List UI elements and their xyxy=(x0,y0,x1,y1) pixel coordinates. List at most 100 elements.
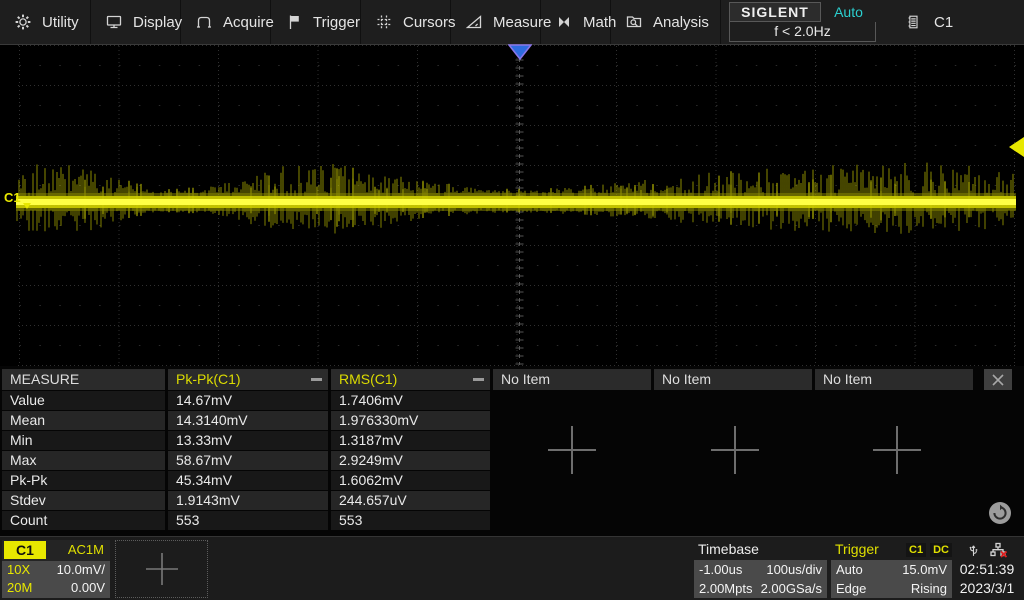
system-date: 2023/3/1 xyxy=(953,579,1021,598)
trigger-level-marker[interactable] xyxy=(1008,137,1024,162)
math-icon xyxy=(555,13,573,31)
measure-row-pkpk: Pk-Pk 45.34mV 1.6062mV xyxy=(2,471,490,490)
stat-value: 14.3140mV xyxy=(168,411,328,430)
menu-cursors-label: Cursors xyxy=(403,14,456,31)
timebase-delay: -1.00us xyxy=(699,560,742,579)
analysis-icon xyxy=(625,13,643,31)
stat-label: Stdev xyxy=(2,491,165,510)
menu-analysis[interactable]: Analysis xyxy=(611,0,721,44)
stat-value: 58.67mV xyxy=(168,451,328,470)
measure-row-stdev: Stdev 1.9143mV 244.657uV xyxy=(2,491,490,510)
stat-value: 2.9249mV xyxy=(331,451,490,470)
measure-close-button[interactable] xyxy=(984,369,1012,390)
measure-row-value: Value 14.67mV 1.7406mV xyxy=(2,391,490,410)
measure-title: MEASURE xyxy=(2,369,165,390)
menu-measure[interactable]: Measure xyxy=(451,0,541,44)
refresh-icon xyxy=(988,501,1012,525)
measure-col-pkpk[interactable]: Pk-Pk(C1) xyxy=(168,369,328,390)
stat-value: 1.7406mV xyxy=(331,391,490,410)
bottom-status-bar: C1 AC1M 10X 10.0mV/ 20M 0.00V Timebase xyxy=(0,536,1024,600)
offset-arrow-icon xyxy=(23,203,31,209)
timebase-scale: 100us/div xyxy=(766,560,822,579)
menu-utility-label: Utility xyxy=(42,14,79,31)
usb-icon xyxy=(966,541,981,559)
measure-header-row: MEASURE Pk-Pk(C1) RMS(C1) No Item No Ite… xyxy=(2,369,973,390)
siglent-logo: SIGLENT xyxy=(729,2,821,22)
list-icon xyxy=(905,13,921,31)
channel-descriptor-box[interactable]: C1 AC1M 10X 10.0mV/ 20M 0.00V xyxy=(2,540,110,598)
clock-status-area: 02:51:39 2023/3/1 xyxy=(953,539,1021,599)
menu-trigger-label: Trigger xyxy=(313,14,360,31)
add-measurement-placeholder[interactable] xyxy=(869,422,925,483)
timebase-panel[interactable]: Timebase -1.00us 100us/div 2.00Mpts 2.00… xyxy=(694,540,827,598)
stat-value: 13.33mV xyxy=(168,431,328,450)
trigger-flag-icon xyxy=(285,13,303,31)
trigger-frequency-readout: f < 2.0Hz xyxy=(729,22,876,42)
menu-display-label: Display xyxy=(133,14,182,31)
menu-cursors[interactable]: Cursors xyxy=(361,0,451,44)
stat-label: Value xyxy=(2,391,165,410)
channel-menu-button[interactable]: C1 xyxy=(905,0,953,44)
trigger-source-badge: C1 xyxy=(906,543,926,557)
stat-label: Min xyxy=(2,431,165,450)
timebase-title: Timebase xyxy=(694,540,827,559)
display-icon xyxy=(105,13,123,31)
gear-icon xyxy=(14,13,32,31)
measure-row-mean: Mean 14.3140mV 1.976330mV xyxy=(2,411,490,430)
waveform-display-area[interactable]: C1 xyxy=(0,44,1024,366)
add-measurement-placeholder[interactable] xyxy=(544,422,600,483)
stat-value: 45.34mV xyxy=(168,471,328,490)
add-measurement-placeholder[interactable] xyxy=(707,422,763,483)
measure-col-empty-1[interactable]: No Item xyxy=(493,369,651,390)
statistics-reset-button[interactable] xyxy=(988,501,1012,530)
stat-value: 244.657uV xyxy=(331,491,490,510)
channel-offset-label: C1 xyxy=(4,190,21,205)
plus-icon xyxy=(707,422,763,478)
menu-trigger[interactable]: Trigger xyxy=(271,0,361,44)
bandwidth-limit: 20M xyxy=(7,579,32,597)
trigger-panel[interactable]: Trigger C1 DC Auto 15.0mV Edge Rising xyxy=(831,540,952,598)
measure-icon xyxy=(465,13,483,31)
measure-row-count: Count 553 553 xyxy=(2,511,490,530)
stat-value: 1.9143mV xyxy=(168,491,328,510)
menu-utility[interactable]: Utility xyxy=(0,0,91,44)
measure-col-empty-2[interactable]: No Item xyxy=(654,369,812,390)
remove-measure-icon[interactable] xyxy=(311,378,322,381)
trigger-slope: Rising xyxy=(911,579,947,598)
stat-label: Mean xyxy=(2,411,165,430)
memory-depth: 2.00Mpts xyxy=(699,579,752,598)
trigger-title: Trigger xyxy=(835,540,879,559)
stat-value: 553 xyxy=(168,511,328,530)
menu-math[interactable]: Math xyxy=(541,0,611,44)
measure-panel: MEASURE Pk-Pk(C1) RMS(C1) No Item No Ite… xyxy=(0,366,1024,536)
stat-value: 553 xyxy=(331,511,490,530)
trigger-coupling-badge: DC xyxy=(930,543,952,557)
add-channel-box[interactable] xyxy=(115,540,208,598)
channel-name-badge[interactable]: C1 xyxy=(4,541,46,559)
stat-value: 1.6062mV xyxy=(331,471,490,490)
plus-icon xyxy=(869,422,925,478)
menu-analysis-label: Analysis xyxy=(653,14,709,31)
trigger-level-value: 15.0mV xyxy=(902,560,947,579)
remove-measure-icon[interactable] xyxy=(473,378,484,381)
channel-settings: 10X 10.0mV/ 20M 0.00V xyxy=(2,561,110,598)
measure-row-max: Max 58.67mV 2.9249mV xyxy=(2,451,490,470)
close-icon xyxy=(991,373,1005,387)
sample-rate: 2.00GSa/s xyxy=(761,579,822,598)
plus-icon xyxy=(142,549,182,589)
waveform-canvas xyxy=(0,44,1024,366)
channel-offset-marker[interactable]: C1 xyxy=(4,190,31,205)
menu-acquire[interactable]: Acquire xyxy=(181,0,271,44)
trigger-mode: Auto xyxy=(836,560,863,579)
trigger-type: Edge xyxy=(836,579,866,598)
measure-col-empty-3[interactable]: No Item xyxy=(815,369,973,390)
stat-value: 14.67mV xyxy=(168,391,328,410)
lan-disconnected-icon xyxy=(989,541,1008,559)
trigger-position-marker[interactable] xyxy=(508,44,532,65)
acquire-icon xyxy=(195,13,213,31)
top-menu-bar: Utility Display Acquire Trigger xyxy=(0,0,1024,44)
measure-col-rms[interactable]: RMS(C1) xyxy=(331,369,490,390)
channel-menu-label: C1 xyxy=(934,14,953,31)
channel-coupling: AC1M xyxy=(68,541,104,559)
menu-display[interactable]: Display xyxy=(91,0,181,44)
